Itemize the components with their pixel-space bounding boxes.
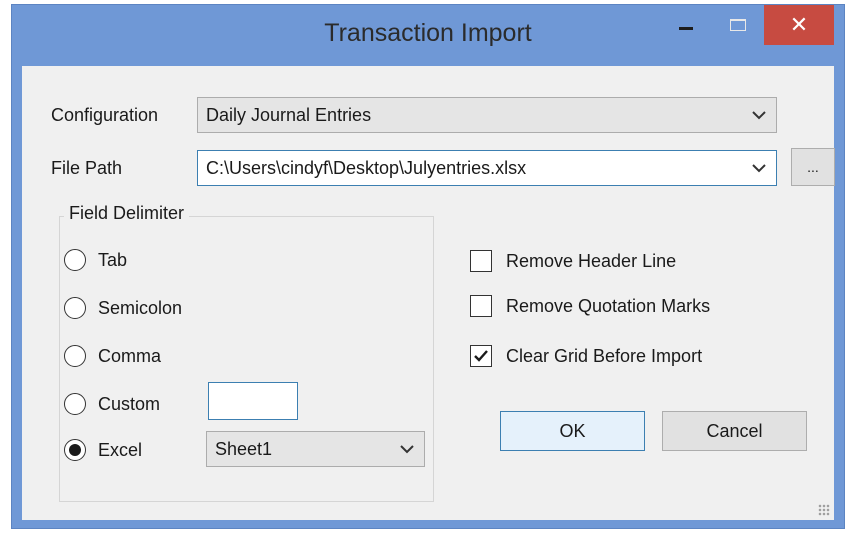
chevron-down-icon: [390, 444, 424, 454]
radio-circle[interactable]: [64, 393, 86, 415]
radio-comma-label: Comma: [98, 345, 162, 366]
file-path-label: File Path: [51, 158, 123, 178]
resize-grip-icon[interactable]: [818, 504, 830, 516]
radio-comma[interactable]: Comma: [64, 345, 161, 367]
checkbox[interactable]: [470, 250, 492, 272]
remove-quotation-marks-option[interactable]: Remove Quotation Marks: [470, 295, 710, 317]
chevron-down-icon: [742, 110, 776, 120]
chevron-down-icon: [742, 163, 776, 173]
radio-custom[interactable]: Custom: [64, 393, 160, 415]
checkbox[interactable]: [470, 345, 492, 367]
radio-excel[interactable]: Excel: [64, 439, 142, 461]
field-delimiter-title: Field Delimiter: [64, 203, 190, 224]
radio-semicolon-label: Semicolon: [98, 297, 183, 318]
radio-circle[interactable]: [64, 439, 86, 461]
remove-header-line-label: Remove Header Line: [506, 250, 677, 271]
radio-tab[interactable]: Tab: [64, 249, 127, 271]
configuration-label: Configuration: [51, 105, 159, 125]
remove-quotation-marks-label: Remove Quotation Marks: [506, 295, 711, 316]
radio-tab-label: Tab: [98, 249, 128, 270]
excel-sheet-dropdown[interactable]: Sheet1: [206, 431, 425, 467]
cancel-button[interactable]: Cancel: [662, 411, 807, 451]
dialog-body: Configuration Daily Journal Entries File…: [22, 66, 835, 520]
custom-delimiter-input[interactable]: [208, 382, 298, 420]
title-bar[interactable]: Transaction Import ✕: [12, 5, 844, 65]
excel-sheet-value: Sheet1: [215, 438, 273, 459]
close-button[interactable]: ✕: [764, 5, 834, 45]
clear-grid-before-import-label: Clear Grid Before Import: [506, 345, 703, 366]
configuration-value: Daily Journal Entries: [206, 104, 372, 125]
maximize-icon: [730, 19, 746, 31]
close-icon: ✕: [789, 12, 809, 37]
maximize-button[interactable]: [714, 5, 762, 45]
configuration-dropdown[interactable]: Daily Journal Entries: [197, 97, 777, 133]
remove-header-line-option[interactable]: Remove Header Line: [470, 250, 676, 272]
radio-circle[interactable]: [64, 297, 86, 319]
radio-excel-label: Excel: [98, 439, 143, 460]
radio-circle[interactable]: [64, 345, 86, 367]
radio-semicolon[interactable]: Semicolon: [64, 297, 182, 319]
transaction-import-window: Transaction Import ✕ Configuration Daily…: [11, 4, 845, 529]
radio-circle[interactable]: [64, 249, 86, 271]
minimize-button[interactable]: [662, 5, 710, 45]
minimize-icon: [679, 26, 693, 30]
file-path-combo[interactable]: C:\Users\cindyf\Desktop\Julyentries.xlsx: [197, 150, 777, 186]
checkbox[interactable]: [470, 295, 492, 317]
clear-grid-before-import-option[interactable]: Clear Grid Before Import: [470, 345, 702, 367]
radio-selected-dot: [69, 444, 81, 456]
radio-custom-label: Custom: [98, 393, 161, 414]
check-icon: [474, 350, 488, 362]
browse-button[interactable]: ...: [791, 148, 835, 186]
file-path-value: C:\Users\cindyf\Desktop\Julyentries.xlsx: [206, 157, 527, 178]
ok-button[interactable]: OK: [500, 411, 645, 451]
